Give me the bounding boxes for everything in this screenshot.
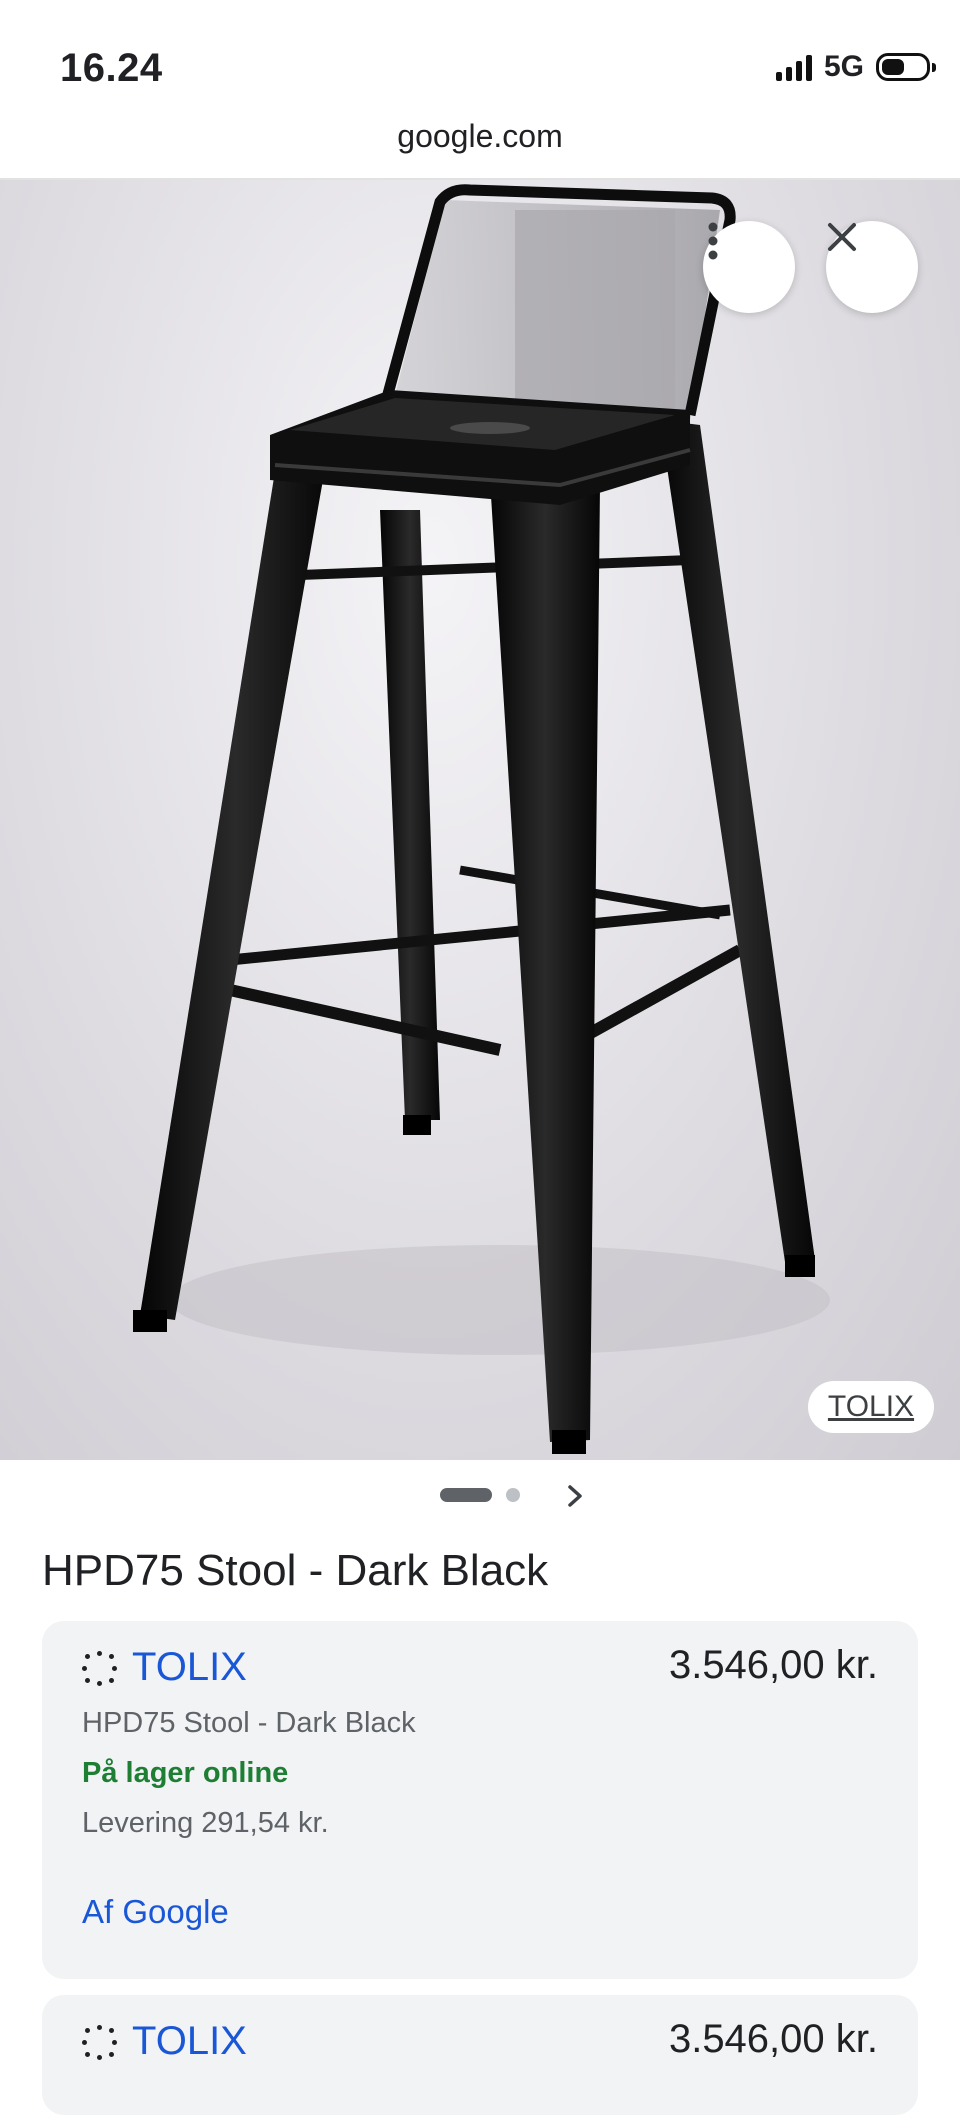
offer-price: 3.546,00 kr. <box>668 2017 878 2061</box>
url-bar[interactable]: google.com <box>0 118 960 180</box>
product-title: HPD75 Stool - Dark Black <box>42 1546 549 1595</box>
delivery-cost: Levering 291,54 kr. <box>82 1807 329 1839</box>
more-vert-icon <box>708 222 718 260</box>
offer-card[interactable]: TOLIX 3.546,00 kr. <box>42 1995 918 2115</box>
pager-dot-active[interactable] <box>440 1488 492 1502</box>
image-source-link[interactable]: TOLIX <box>808 1381 934 1433</box>
chevron-right-icon[interactable] <box>560 1481 590 1511</box>
network-label: 5G <box>823 50 864 83</box>
pager-dot[interactable] <box>506 1488 520 1502</box>
by-google-link[interactable]: Af Google <box>82 1893 229 1931</box>
product-image[interactable]: TOLIX <box>0 180 960 1460</box>
status-time: 16.24 <box>60 46 163 90</box>
offer-card[interactable]: TOLIX 3.546,00 kr. HPD75 Stool - Dark Bl… <box>42 1621 918 1979</box>
merchant-row[interactable]: TOLIX <box>82 2019 247 2064</box>
merchant-name[interactable]: TOLIX <box>132 1645 247 1690</box>
status-indicators: 5G <box>775 50 936 84</box>
close-button[interactable] <box>826 221 918 313</box>
merchant-name[interactable]: TOLIX <box>132 2019 247 2064</box>
stock-status: På lager online <box>82 1757 289 1789</box>
more-options-button[interactable] <box>703 221 795 313</box>
stool-illustration <box>133 184 830 1454</box>
status-bar: 16.24 5G <box>0 0 960 120</box>
battery-icon <box>876 53 936 81</box>
merchant-logo-icon <box>82 2024 117 2060</box>
close-icon <box>828 223 856 251</box>
signal-icon <box>775 53 812 81</box>
image-pager[interactable] <box>440 1488 520 1502</box>
offer-product-name: HPD75 Stool - Dark Black <box>82 1707 416 1739</box>
merchant-logo-icon <box>82 1650 117 1686</box>
offer-price: 3.546,00 kr. <box>668 1643 878 1687</box>
merchant-row[interactable]: TOLIX <box>82 1645 247 1690</box>
